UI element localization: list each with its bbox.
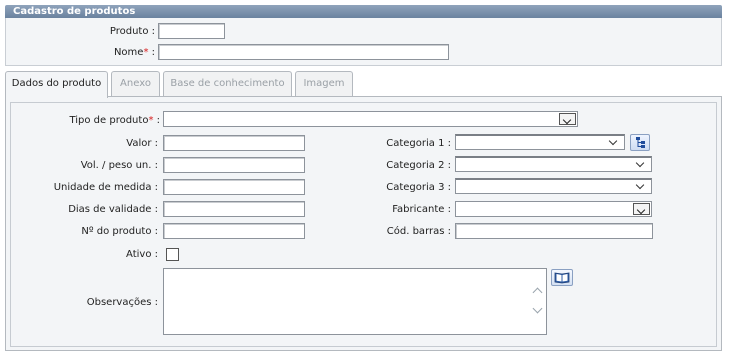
dropdown-button[interactable] bbox=[559, 113, 576, 125]
fabricante-select[interactable] bbox=[455, 201, 652, 217]
dropdown-button[interactable] bbox=[633, 203, 650, 215]
cod-barras-label: Cód. barras : bbox=[386, 226, 451, 237]
tipo-produto-select[interactable] bbox=[163, 111, 578, 127]
vol-peso-label: Vol. / peso un. : bbox=[80, 160, 158, 171]
categoria-2-select[interactable] bbox=[455, 156, 652, 172]
tab-anexo[interactable]: Anexo bbox=[111, 71, 160, 96]
categoria-2-label: Categoria 2 : bbox=[386, 160, 451, 171]
valor-label: Valor : bbox=[126, 138, 158, 149]
cod-barras-input[interactable] bbox=[455, 223, 653, 239]
observacoes-textarea[interactable] bbox=[164, 269, 530, 334]
tab-base-de-conhecimento[interactable]: Base de conhecimento bbox=[163, 71, 292, 96]
chevron-down-icon bbox=[608, 136, 618, 146]
categoria-tree-button[interactable] bbox=[630, 134, 650, 151]
vol-peso-input[interactable] bbox=[163, 157, 305, 173]
categoria-1-select[interactable] bbox=[455, 134, 625, 150]
scroll-up-icon[interactable] bbox=[532, 287, 543, 298]
chevron-down-icon bbox=[635, 158, 645, 168]
dias-validade-input[interactable] bbox=[163, 201, 305, 217]
produto-label: Produto : bbox=[109, 26, 155, 37]
observacoes-wrapper bbox=[163, 268, 547, 335]
valor-input[interactable] bbox=[163, 135, 305, 151]
nome-input[interactable] bbox=[158, 44, 449, 60]
tab-dados-do-produto[interactable]: Dados do produto bbox=[5, 71, 108, 98]
dias-validade-label: Dias de validade : bbox=[68, 204, 158, 215]
page-title: Cadastro de produtos bbox=[13, 6, 136, 17]
ativo-checkbox[interactable] bbox=[166, 248, 179, 261]
ativo-label: Ativo : bbox=[126, 249, 158, 260]
scrollbar[interactable] bbox=[529, 269, 546, 334]
nome-label: Nome* : bbox=[113, 47, 155, 58]
chevron-down-icon bbox=[562, 115, 572, 125]
observacoes-book-button[interactable] bbox=[551, 269, 573, 286]
categoria-3-select[interactable] bbox=[455, 178, 652, 194]
page-header: Cadastro de produtos bbox=[5, 5, 722, 18]
produto-input[interactable] bbox=[158, 23, 225, 39]
tree-icon bbox=[636, 137, 645, 148]
scroll-down-icon[interactable] bbox=[532, 303, 543, 314]
chevron-down-icon bbox=[636, 205, 646, 215]
observacoes-label: Observações : bbox=[86, 297, 158, 308]
categoria-1-label: Categoria 1 : bbox=[386, 138, 451, 149]
fabricante-label: Fabricante : bbox=[392, 204, 451, 215]
chevron-down-icon bbox=[635, 180, 645, 190]
book-icon bbox=[554, 272, 570, 284]
categoria-3-label: Categoria 3 : bbox=[386, 182, 451, 193]
unidade-medida-label: Unidade de medida : bbox=[53, 182, 158, 193]
unidade-medida-input[interactable] bbox=[163, 179, 305, 195]
numero-produto-input[interactable] bbox=[163, 223, 305, 239]
tab-imagem[interactable]: Imagem bbox=[295, 71, 353, 96]
numero-produto-label: Nº do produto : bbox=[81, 226, 158, 237]
tipo-produto-label: Tipo de produto* : bbox=[69, 115, 160, 126]
